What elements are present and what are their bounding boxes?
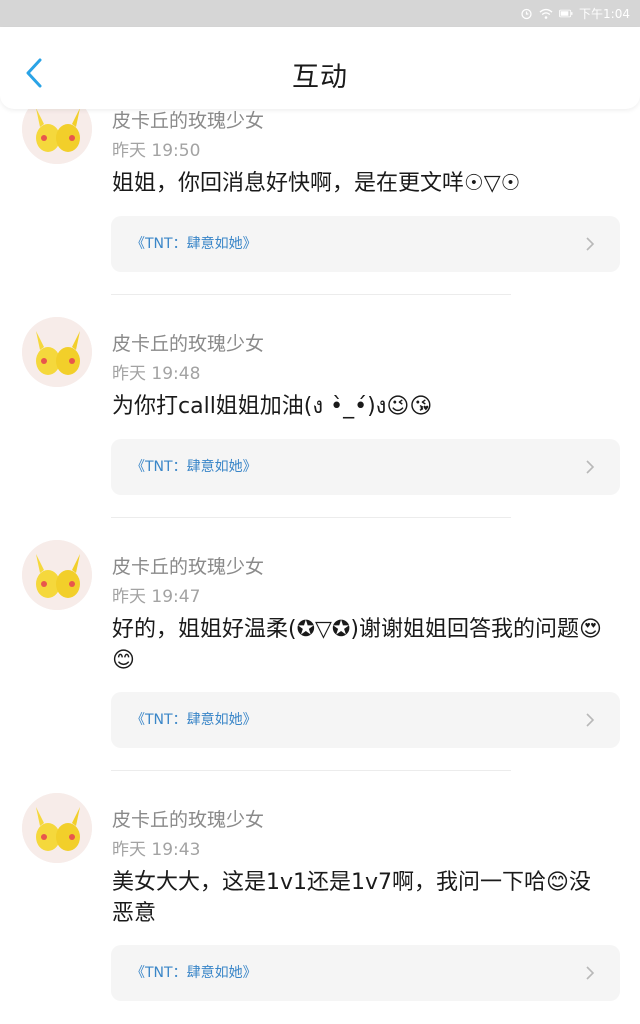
article-link-card[interactable]: 《TNT：肆意如她》: [111, 439, 620, 495]
article-link-card[interactable]: 《TNT：肆意如她》: [111, 216, 620, 272]
chevron-right-icon: [584, 712, 596, 728]
article-link-title[interactable]: 《TNT：肆意如她》: [131, 233, 257, 253]
chevron-right-icon: [584, 459, 596, 475]
divider: [111, 770, 511, 771]
username[interactable]: 皮卡丘的玫瑰少女: [112, 106, 264, 133]
article-link-title[interactable]: 《TNT：肆意如她》: [131, 962, 257, 982]
comment-text: 姐姐，你回消息好快啊，是在更文咩☉▽☉: [112, 171, 521, 196]
avatar[interactable]: [22, 793, 92, 863]
comment-text: 美女大大，这是1v1还是1v7啊，我问一下哈😊没恶意: [112, 870, 591, 926]
comment-text: 为你打call姐姐加油(ง •̀_•́)ง😉😘: [112, 394, 433, 419]
chevron-right-icon: [584, 965, 596, 981]
avatar[interactable]: [22, 540, 92, 610]
timestamp: 昨天 19:48: [112, 364, 201, 384]
article-link-title[interactable]: 《TNT：肆意如她》: [131, 456, 257, 476]
timestamp: 昨天 19:50: [112, 141, 201, 161]
app-header: 互动: [0, 27, 640, 109]
divider: [111, 517, 511, 518]
page-title: 互动: [292, 62, 348, 93]
divider: [111, 294, 511, 295]
comment-feed[interactable]: 皮卡丘的玫瑰少女 昨天 19:50 姐姐，你回消息好快啊，是在更文咩☉▽☉ 《T…: [0, 0, 640, 1024]
username[interactable]: 皮卡丘的玫瑰少女: [112, 805, 264, 832]
article-link-card[interactable]: 《TNT：肆意如她》: [111, 692, 620, 748]
comment-text: 好的，姐姐好温柔(✪▽✪)谢谢姐姐回答我的问题😍😊: [112, 617, 602, 673]
timestamp: 昨天 19:43: [112, 840, 201, 860]
username[interactable]: 皮卡丘的玫瑰少女: [112, 552, 264, 579]
article-link-title[interactable]: 《TNT：肆意如她》: [131, 709, 257, 729]
avatar[interactable]: [22, 317, 92, 387]
username[interactable]: 皮卡丘的玫瑰少女: [112, 329, 264, 356]
timestamp: 昨天 19:47: [112, 587, 201, 607]
chevron-right-icon: [584, 236, 596, 252]
article-link-card[interactable]: 《TNT：肆意如她》: [111, 945, 620, 1001]
